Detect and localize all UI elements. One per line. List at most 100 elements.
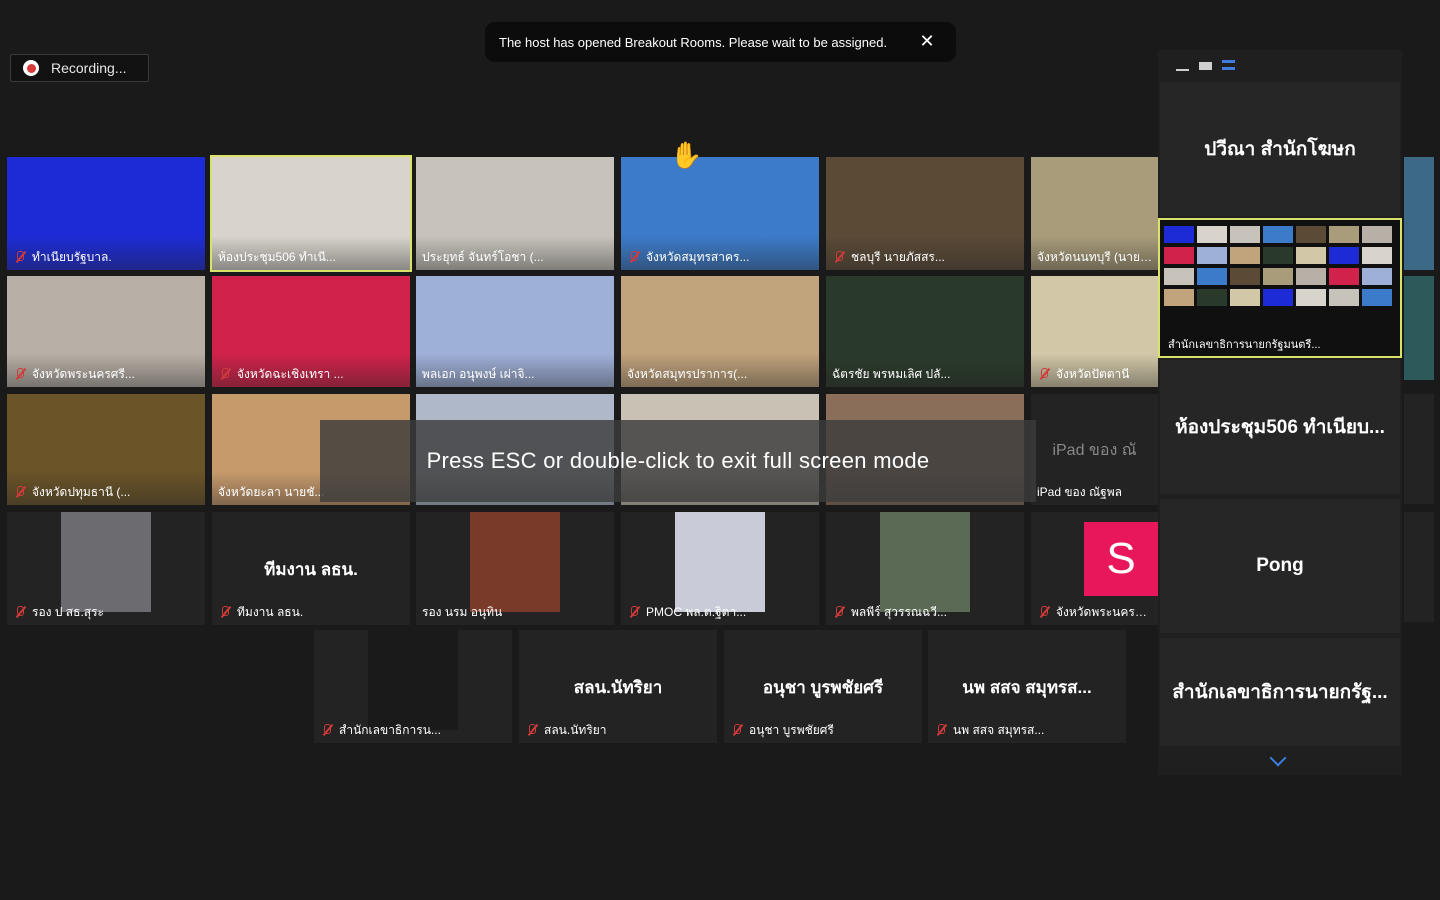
participant-tile[interactable]: พลเอก อนุพงษ์ เผ่าจิ... bbox=[416, 276, 614, 387]
profile-photo bbox=[61, 512, 151, 612]
participant-tile[interactable]: จังหวัดนนทบุรี (นายส... bbox=[1031, 157, 1158, 270]
participant-name: รอง ป สธ.สุระ bbox=[32, 604, 104, 619]
mini-thumbnail bbox=[1197, 268, 1227, 285]
participant-display-name: สลน.นัทริยา bbox=[573, 678, 663, 697]
participant-name-label: นพ สสจ สมุทรส... bbox=[934, 721, 1122, 739]
profile-photo bbox=[675, 512, 765, 612]
participant-tile[interactable]: PMOC พล.ต.ฐิตา... bbox=[621, 512, 819, 625]
participant-tile[interactable]: iPad ของ ณั iPad ของ ณัฐพล bbox=[1031, 394, 1158, 505]
mini-thumbnail bbox=[1230, 268, 1260, 285]
participant-name-label: iPad ของ ณัฐพล bbox=[1037, 483, 1154, 501]
mini-thumbnail bbox=[1164, 268, 1194, 285]
raise-hand-cursor-icon: ✋ bbox=[670, 140, 703, 170]
participant-name: ห้องประชุม506 ทำเนี... bbox=[218, 249, 336, 264]
shared-screen-label: สำนักเลขาธิการนายกรัฐมนตรี... bbox=[1168, 339, 1321, 351]
participant-tile[interactable]: จังหวัดปัตตานี bbox=[1031, 276, 1158, 387]
participant-tile[interactable]: จังหวัดสมุทรปราการ(... bbox=[621, 276, 819, 387]
participant-name-label: พลพีร์ สุวรรณฉวี... bbox=[832, 603, 1020, 621]
participant-name-label: รอง นรม อนุทิน bbox=[422, 603, 610, 621]
mini-thumbnail bbox=[1329, 226, 1359, 243]
record-icon bbox=[23, 60, 39, 76]
participant-display-name: นพ สสจ สมุทรส... bbox=[962, 678, 1092, 697]
participant-name-label: จังหวัดนนทบุรี (นายส... bbox=[1037, 248, 1154, 266]
participant-tile[interactable]: รอง ป สธ.สุระ bbox=[7, 512, 205, 625]
muted-mic-icon bbox=[525, 723, 539, 737]
participant-tile[interactable]: ชลบุรี นายภัสสร... bbox=[826, 157, 1024, 270]
minimize-icon[interactable] bbox=[1176, 60, 1189, 71]
participant-tile[interactable]: จังหวัดสมุทรสาคร... bbox=[621, 157, 819, 270]
thumbnail-view-icon[interactable] bbox=[1199, 62, 1212, 70]
participant-name: ทำเนียบรัฐบาล. bbox=[32, 249, 112, 264]
mini-thumbnail bbox=[1164, 247, 1194, 264]
muted-mic-icon bbox=[934, 723, 948, 737]
participant-tile[interactable]: ห้องประชุม506 ทำเนี... bbox=[210, 155, 412, 272]
breakout-message: The host has opened Breakout Rooms. Plea… bbox=[499, 34, 888, 50]
mini-thumbnail bbox=[1362, 268, 1392, 285]
participant-tile[interactable]: พลพีร์ สุวรรณฉวี... bbox=[826, 512, 1024, 625]
muted-mic-icon bbox=[218, 605, 232, 619]
participant-name-label: รอง ป สธ.สุระ bbox=[13, 603, 201, 621]
side-tile-name: ห้องประชุม506 ทำเนียบ... bbox=[1175, 417, 1385, 438]
participant-name-label: จังหวัดปัตตานี bbox=[1037, 365, 1154, 383]
participant-name: ประยุทธ์ จันทร์โอชา (... bbox=[422, 249, 544, 264]
mini-thumbnail bbox=[1296, 268, 1326, 285]
participant-name: สลน.นัทริยา bbox=[544, 722, 607, 737]
muted-mic-icon bbox=[832, 605, 846, 619]
participant-tile[interactable]: ทำเนียบรัฐบาล. bbox=[7, 157, 205, 270]
side-tile[interactable]: ปวีณา สำนักโฆษก bbox=[1160, 82, 1400, 216]
profile-photo bbox=[470, 512, 560, 612]
mini-thumbnail bbox=[1230, 226, 1260, 243]
close-icon[interactable]: ✕ bbox=[918, 32, 936, 50]
speaker-view-icon[interactable] bbox=[1222, 60, 1235, 70]
participant-name: ฉัตรชัย พรหมเลิศ ปลั... bbox=[832, 366, 951, 381]
participant-tile[interactable]: S จังหวัดพระนครศรี... bbox=[1031, 512, 1158, 625]
participant-name: รอง นรม อนุทิน bbox=[422, 604, 503, 619]
participant-tile[interactable]: จังหวัดฉะเชิงเทรา ... bbox=[212, 276, 410, 387]
mini-thumbnail bbox=[1329, 247, 1359, 264]
mini-thumbnail bbox=[1362, 226, 1392, 243]
shared-screen-tile[interactable]: สำนักเลขาธิการนายกรัฐมนตรี... bbox=[1158, 218, 1402, 358]
participant-tile[interactable]: อนุชา บูรพชัยศรี อนุชา บูรพชัยศรี bbox=[724, 630, 922, 743]
mini-thumbnail bbox=[1230, 289, 1260, 306]
side-tile[interactable]: ห้องประชุม506 ทำเนียบ... bbox=[1160, 360, 1400, 494]
participant-tile[interactable]: ฉัตรชัย พรหมเลิศ ปลั... bbox=[826, 276, 1024, 387]
peek-tile bbox=[1404, 276, 1434, 380]
participant-tile[interactable]: นพ สสจ สมุทรส... นพ สสจ สมุทรส... bbox=[928, 630, 1126, 743]
mini-thumbnail bbox=[1296, 247, 1326, 264]
side-tile[interactable]: Pong bbox=[1160, 499, 1400, 633]
participant-name-label: จังหวัดฉะเชิงเทรา ... bbox=[218, 365, 406, 383]
participant-tile[interactable]: รอง นรม อนุทิน bbox=[416, 512, 614, 625]
peek-tile bbox=[1404, 394, 1434, 504]
recording-indicator[interactable]: Recording... bbox=[10, 54, 149, 82]
participant-tile[interactable]: จังหวัดปทุมธานี (... bbox=[7, 394, 205, 505]
participant-name-label: ห้องประชุม506 ทำเนี... bbox=[218, 248, 406, 266]
mini-thumbnail bbox=[1329, 268, 1359, 285]
mini-thumbnail bbox=[1296, 226, 1326, 243]
participant-tile[interactable]: จังหวัดพระนครศรี... bbox=[7, 276, 205, 387]
participant-tile[interactable]: ประยุทธ์ จันทร์โอชา (... bbox=[416, 157, 614, 270]
participant-tile[interactable]: สลน.นัทริยา สลน.นัทริยา bbox=[519, 630, 717, 743]
mini-thumbnail bbox=[1362, 289, 1392, 306]
mini-thumbnail bbox=[1164, 289, 1194, 306]
breakout-notification: The host has opened Breakout Rooms. Plea… bbox=[485, 22, 956, 62]
participant-name: จังหวัดปทุมธานี (... bbox=[32, 484, 131, 499]
mini-thumbnail bbox=[1263, 226, 1293, 243]
side-tile[interactable]: สำนักเลขาธิการนายกรัฐ... bbox=[1160, 638, 1400, 746]
mini-thumbnail bbox=[1197, 247, 1227, 264]
muted-mic-icon bbox=[320, 723, 334, 737]
chevron-down-icon[interactable] bbox=[1268, 752, 1290, 766]
participant-name-label: ฉัตรชัย พรหมเลิศ ปลั... bbox=[832, 365, 1020, 383]
participant-name: จังหวัดสมุทรสาคร... bbox=[646, 249, 750, 264]
avatar: S bbox=[1084, 522, 1158, 596]
participant-display-name: อนุชา บูรพชัยศรี bbox=[762, 678, 884, 697]
participant-tile[interactable]: ทีมงาน ลธน. ทีมงาน ลธน. bbox=[212, 512, 410, 625]
participant-name: จังหวัดปัตตานี bbox=[1056, 366, 1130, 381]
participant-name: iPad ของ ณัฐพล bbox=[1037, 484, 1122, 499]
zoom-meeting-window: Recording... The host has opened Breakou… bbox=[0, 0, 1440, 900]
muted-mic-icon bbox=[832, 250, 846, 264]
mini-thumbnail bbox=[1230, 247, 1260, 264]
mini-thumbnail bbox=[1164, 226, 1194, 243]
participant-tile[interactable]: สำนักเลขาธิการน... bbox=[314, 630, 512, 743]
fullscreen-exit-hint: Press ESC or double-click to exit full s… bbox=[320, 420, 1036, 502]
participant-name-label: ทำเนียบรัฐบาล. bbox=[13, 248, 201, 266]
